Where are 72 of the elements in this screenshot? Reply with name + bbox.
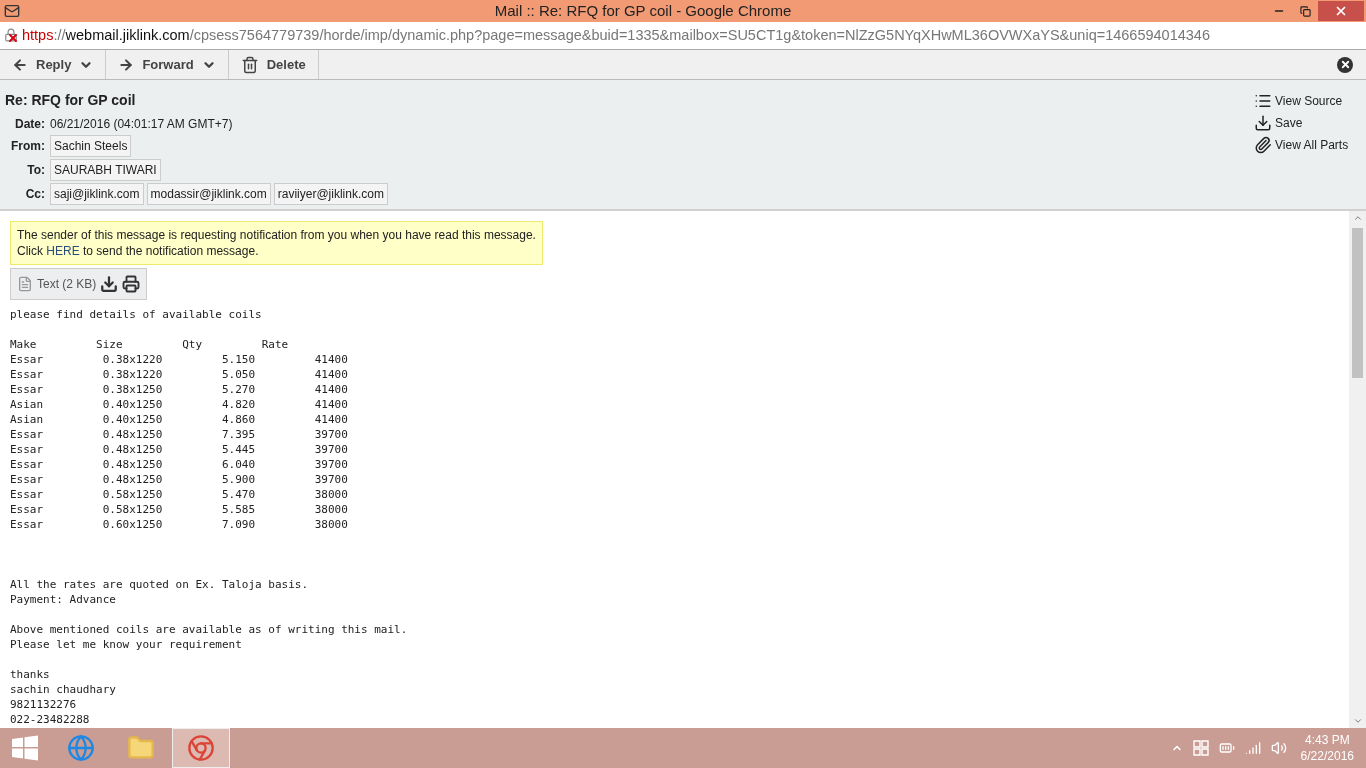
close-message-button[interactable] bbox=[1337, 56, 1353, 73]
paperclip-icon bbox=[1254, 136, 1272, 154]
here-link[interactable]: HERE bbox=[46, 244, 80, 258]
notice-text: Click HERE to send the notification message. bbox=[17, 243, 260, 259]
mail-icon bbox=[4, 3, 20, 19]
address-chip[interactable]: modassir@jiklink.com bbox=[146, 183, 271, 205]
print-button[interactable] bbox=[122, 275, 141, 293]
chrome-icon bbox=[187, 734, 215, 762]
message-line: sachin chaudhary bbox=[10, 682, 117, 697]
message-line: thanks bbox=[10, 667, 51, 682]
insecure-lock-icon bbox=[4, 27, 20, 44]
trash-icon bbox=[240, 55, 259, 74]
close-icon bbox=[1339, 59, 1351, 70]
restore-icon bbox=[1299, 5, 1311, 17]
message-line: Essar 0.38x1220 5.050 41400 bbox=[10, 367, 349, 382]
message-line: Make Size Qty Rate bbox=[10, 337, 290, 352]
volume-icon[interactable] bbox=[1270, 740, 1287, 756]
reply-button[interactable]: Reply bbox=[0, 50, 107, 79]
close-icon bbox=[1334, 4, 1348, 18]
message-subject: Re: RFQ for GP coil bbox=[5, 91, 137, 110]
message-line: Essar 0.38x1250 5.270 41400 bbox=[10, 382, 349, 397]
view-source-link[interactable]: View Source bbox=[1254, 90, 1359, 112]
message-line: Payment: Advance bbox=[10, 592, 117, 607]
save-link[interactable]: Save bbox=[1254, 112, 1359, 134]
windows-logo-icon bbox=[12, 735, 38, 761]
message-line: please find details of available coils bbox=[10, 307, 263, 322]
message-line: Essar 0.48x1250 5.900 39700 bbox=[10, 472, 349, 487]
message-line: Above mentioned coils are available as of writing this mail. bbox=[10, 622, 408, 637]
message-line: Essar 0.58x1250 5.585 38000 bbox=[10, 502, 349, 517]
download-icon bbox=[1254, 114, 1272, 132]
scrollbar[interactable] bbox=[1349, 211, 1366, 728]
message-line: Essar 0.60x1250 7.090 38000 bbox=[10, 517, 349, 532]
address-chip[interactable]: saji@jiklink.com bbox=[50, 183, 144, 205]
message-line: All the rates are quoted on Ex. Taloja basis. bbox=[10, 577, 309, 592]
message-line: Essar 0.48x1250 5.445 39700 bbox=[10, 442, 349, 457]
folder-icon bbox=[127, 734, 155, 762]
taskbar-app-button[interactable] bbox=[172, 728, 230, 768]
battery-icon[interactable] bbox=[1218, 740, 1235, 756]
message-line: Essar 0.58x1250 5.470 38000 bbox=[10, 487, 349, 502]
document-icon bbox=[17, 276, 33, 292]
signal-icon[interactable] bbox=[1244, 740, 1261, 756]
window-title: Mail :: Re: RFQ for GP coil - Google Chrome bbox=[494, 0, 792, 21]
message-line: Essar 0.48x1250 6.040 39700 bbox=[10, 457, 349, 472]
scroll-up-icon[interactable] bbox=[1352, 213, 1363, 223]
message-line: Essar 0.48x1250 7.395 39700 bbox=[10, 427, 349, 442]
scroll-down-icon[interactable] bbox=[1352, 716, 1363, 726]
message-line: Essar 0.38x1220 5.150 41400 bbox=[10, 352, 349, 367]
attachment-label: Text (2 KB) bbox=[37, 276, 97, 293]
field-label: From: bbox=[10, 138, 45, 155]
field-label: Date: bbox=[14, 116, 45, 133]
message-line: 9821132276 bbox=[10, 697, 78, 712]
address-chip[interactable]: SAURABH TIWARI bbox=[50, 159, 161, 181]
address-chip[interactable]: raviiyer@jiklink.com bbox=[273, 183, 388, 205]
message-line: 022-23482288 bbox=[10, 712, 91, 727]
view-all-parts-link[interactable]: View All Parts bbox=[1254, 134, 1359, 156]
field-label: To: bbox=[26, 162, 45, 179]
field-label: Cc: bbox=[24, 186, 45, 203]
message-line: Please let me know your requirement bbox=[10, 637, 243, 652]
message-line: Asian 0.40x1250 4.820 41400 bbox=[10, 397, 349, 412]
globe-icon bbox=[67, 734, 95, 762]
close-button[interactable] bbox=[1318, 1, 1364, 21]
message-line: Asian 0.40x1250 4.860 41400 bbox=[10, 412, 349, 427]
url-text: https://webmail.jiklink.com/cpsess7564779739/horde/imp/dynamic.php?page=message&buid=1335&mailbox=SU5CT1g&token=NlZzG5NYqXHwML36OVWXaYS&uniq=1466594014346 bbox=[22, 25, 1210, 45]
list-icon bbox=[1254, 92, 1272, 110]
scrollbar-thumb[interactable] bbox=[1352, 228, 1363, 378]
delete-button[interactable]: Delete bbox=[228, 50, 319, 79]
notice-text: The sender of this message is requesting notification from you when you have read this message. bbox=[17, 227, 536, 243]
download-button[interactable] bbox=[100, 275, 119, 293]
windows-logo-icon bbox=[1192, 740, 1209, 756]
forward-button[interactable]: Forward bbox=[106, 50, 229, 79]
date-text: 06/21/2016 (04:01:17 AM GMT+7) bbox=[50, 116, 233, 133]
address-chip[interactable]: Sachin Steels bbox=[50, 135, 132, 157]
